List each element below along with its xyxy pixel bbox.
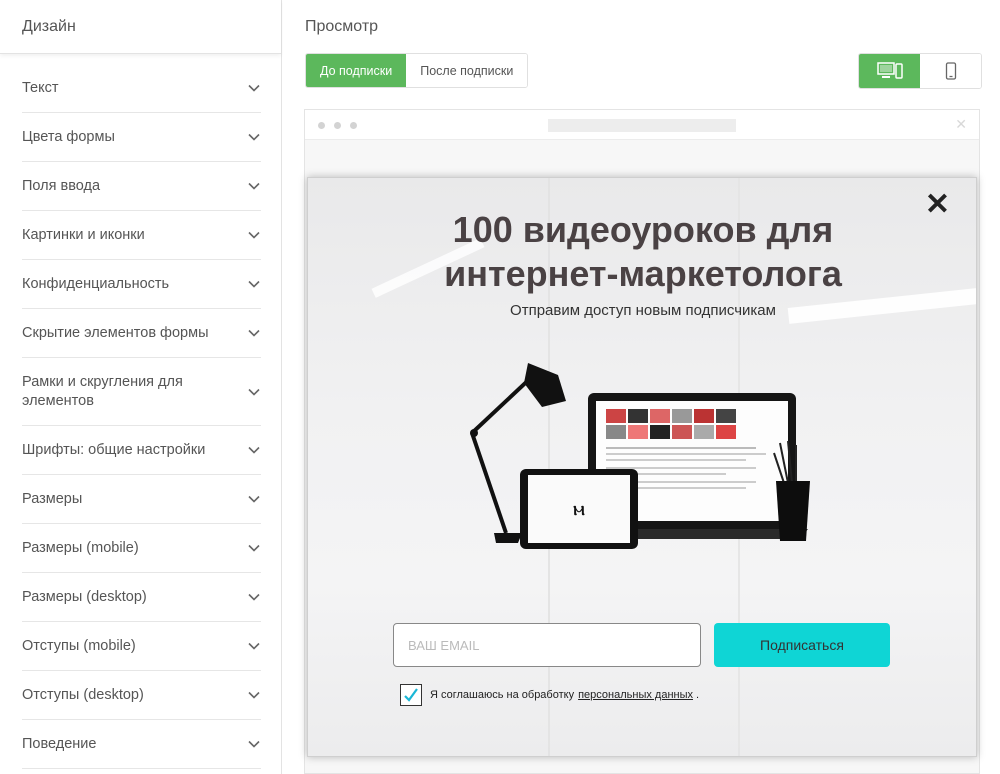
sidebar-item-label: Размеры (desktop) [22,588,147,605]
tab-before-subscribe[interactable]: До подписки [306,54,407,87]
tab-after-subscribe[interactable]: После подписки [406,54,528,87]
sidebar-item-label: Размеры [22,490,83,507]
checkmark-icon [404,688,418,702]
sidebar-item[interactable]: Отступы (desktop) [22,671,261,720]
popup-subtitle: Отправим доступ новым подписчикам [510,302,776,319]
consent-text: Я соглашаюсь на обработку [430,689,575,701]
sidebar-item-label: Размеры (mobile) [22,539,139,556]
chevron-down-icon[interactable] [247,277,261,291]
sidebar-item[interactable]: Картинки и иконки [22,211,261,260]
sidebar-list: Текст Цвета формы Поля ввода Картинки и ико… [0,54,281,769]
sidebar-item-label: Поведение [22,735,97,752]
consent-end: . [696,689,700,701]
browser-toolbar: ✕ [305,110,979,140]
sidebar-item[interactable]: Размеры (desktop) [22,573,261,622]
address-bar [548,119,736,132]
sidebar-item[interactable]: Отступы (mobile) [22,622,261,671]
sidebar-item[interactable]: Цвета формы [22,113,261,162]
sidebar-item-label: Цвета формы [22,128,115,145]
consent-row: Я соглашаюсь на обработку персональных д… [400,684,699,706]
sidebar-item-label: Скрытие элементов формы [22,324,209,341]
window-dot [350,122,357,129]
sidebar-item-label: Поля ввода [22,177,101,194]
desktop-view-button[interactable] [859,54,920,88]
chevron-down-icon[interactable] [247,492,261,506]
chevron-down-icon[interactable] [247,385,261,399]
sidebar-item[interactable]: Скрытие элементов формы [22,309,261,358]
sidebar-item[interactable]: Размеры [22,475,261,524]
chevron-down-icon[interactable] [247,737,261,751]
personal-data-link[interactable]: персональных данных [578,689,693,701]
sidebar-item[interactable]: Поведение [22,720,261,769]
chevron-down-icon[interactable] [247,688,261,702]
desktop-icon [876,62,903,79]
chevron-down-icon[interactable] [247,541,261,555]
sidebar-item[interactable]: Поля ввода [22,162,261,211]
preview-title: Просмотр [305,18,379,35]
sidebar-item-label: Конфиденциальность [22,275,170,292]
window-dot [334,122,341,129]
chevron-down-icon[interactable] [247,326,261,340]
sidebar-item[interactable]: Конфиденциальность [22,260,261,309]
chevron-down-icon[interactable] [247,228,261,242]
sidebar-item[interactable]: Шрифты: общие настройки [22,426,261,475]
chevron-down-icon[interactable] [247,639,261,653]
sidebar-item-label: Отступы (mobile) [22,637,136,654]
sidebar-item[interactable]: Текст [22,54,261,113]
devices-illustration: Ⲙ [470,363,810,549]
design-sidebar: Дизайн Текст Цвета формы Поля ввода Картинк… [0,0,282,774]
popup-heading-line2: интернет-маркетолога [444,253,842,294]
sidebar-header: Дизайн [0,0,281,54]
subscribe-button[interactable]: Подписаться [714,623,890,667]
mobile-icon [945,62,956,80]
sidebar-item-label: Рамки и скругления для элементов [22,373,183,409]
sidebar-item-label: Отступы (desktop) [22,686,144,703]
chevron-down-icon[interactable] [247,130,261,144]
browser-close-icon: ✕ [955,116,967,132]
sidebar-item-label: Картинки и иконки [22,226,145,243]
device-switcher [858,53,982,89]
chevron-down-icon[interactable] [247,179,261,193]
subscribe-popup: ✕ 100 видеоуроков для интернет-маркетоло… [307,177,977,757]
chevron-down-icon[interactable] [247,81,261,95]
consent-checkbox[interactable] [400,684,422,706]
email-input[interactable]: ВАШ EMAIL [393,623,701,667]
tablet: Ⲙ [520,469,638,549]
popup-heading: 100 видеоуроков для интернет-маркетолога [308,208,976,296]
popup-heading-line1: 100 видеоуроков для [452,209,834,250]
sidebar-item-label: Текст [22,79,59,96]
subscription-tabs: До подписки После подписки [305,53,529,88]
preview-panel: Просмотр До подписки После подписки ✕ ✕ … [283,0,1000,774]
browser-preview: ✕ ✕ 100 видеоуроков для интернет-маркето… [304,109,980,774]
chevron-down-icon[interactable] [247,443,261,457]
sidebar-item[interactable]: Рамки и скругления для элементов [22,358,261,426]
sidebar-item[interactable]: Размеры (mobile) [22,524,261,573]
svg-text:Ⲙ: Ⲙ [573,503,585,519]
mobile-view-button[interactable] [920,54,981,88]
sidebar-item-label: Шрифты: общие настройки [22,441,206,458]
chevron-down-icon[interactable] [247,590,261,604]
window-dot [318,122,325,129]
